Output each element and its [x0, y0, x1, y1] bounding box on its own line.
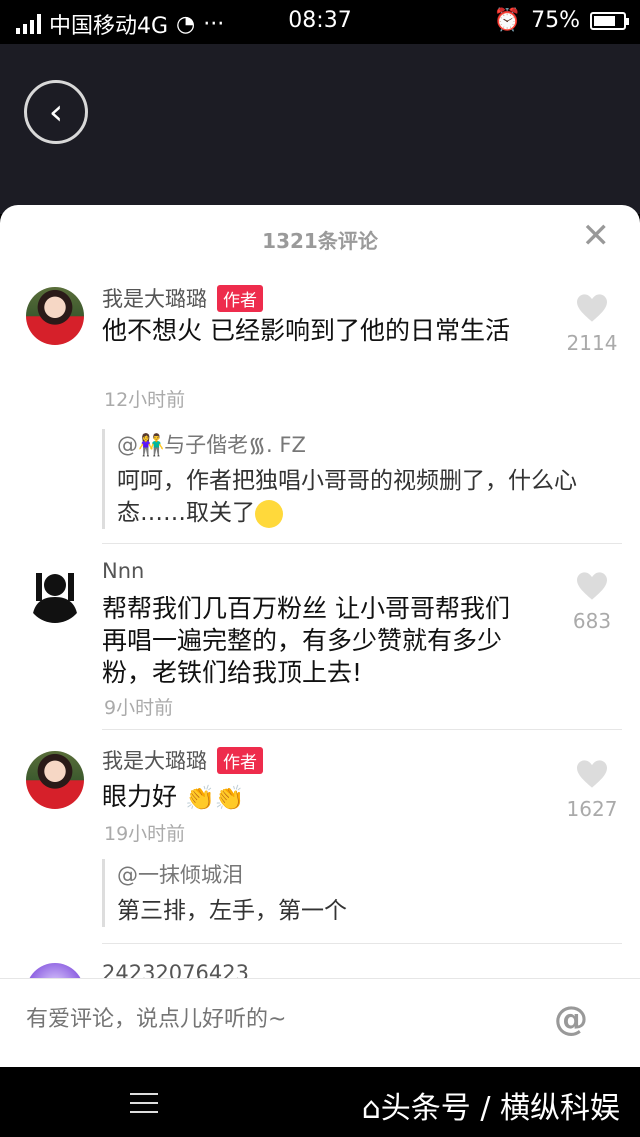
avatar[interactable]: [26, 565, 84, 623]
comment-text: 帮帮我们几百万粉丝 让小哥哥帮我们再唱一遍完整的，有多少赞就有多少粉，老铁们给我…: [102, 594, 510, 687]
comment-author[interactable]: 我是大璐璐 作者: [102, 283, 263, 313]
like-button[interactable]: 1627: [562, 759, 622, 821]
reply-author: @一抹倾城泪: [117, 863, 243, 887]
author-badge: 作者: [217, 746, 263, 774]
reply-author: @👫与子偕老᯾. FZ: [117, 433, 306, 457]
comment-input-bar: @: [0, 978, 640, 1065]
silhouette-icon: [32, 573, 78, 623]
like-button[interactable]: 683: [562, 571, 622, 633]
author-name: Nnn: [102, 559, 145, 583]
reply-quote[interactable]: @👫与子偕老᯾. FZ 呵呵，作者把独唱小哥哥的视频删了，什么心态……取关了: [102, 429, 602, 529]
smile-emoji-icon: [255, 499, 283, 528]
comment-time: 19小时前: [104, 823, 186, 845]
clap-emoji-icon: 👏👏: [184, 784, 245, 812]
like-button[interactable]: 2114: [562, 293, 622, 355]
sheet-header: 1321条评论 ✕: [0, 205, 640, 269]
watermark: ⌂头条号 / 横纵科娱: [361, 1091, 620, 1126]
status-right: ⏰ 75%: [493, 8, 629, 33]
like-count: 683: [572, 609, 612, 633]
comment-text: 眼力好 👏👏: [102, 781, 532, 814]
avatar[interactable]: [26, 287, 84, 345]
back-button[interactable]: ‹: [24, 80, 88, 144]
reply-text: 呵呵，作者把独唱小哥哥的视频删了，什么心态……取关了: [117, 465, 602, 529]
comment-input[interactable]: [26, 1007, 526, 1032]
chevron-left-icon: ‹: [48, 91, 64, 133]
avatar[interactable]: [26, 751, 84, 809]
battery-icon: [590, 11, 629, 30]
comment-text-content: 眼力好: [102, 782, 178, 811]
like-count: 1627: [566, 797, 618, 821]
reply-text: 第三排，左手，第一个: [117, 898, 347, 924]
battery-fill: [594, 15, 615, 26]
reply-quote[interactable]: @一抹倾城泪 第三排，左手，第一个: [102, 859, 602, 927]
comment-item: Nnn 帮帮我们几百万粉丝 让小哥哥帮我们再唱一遍完整的，有多少赞就有多少粉，老…: [0, 549, 640, 733]
comment-author[interactable]: 我是大璐璐 作者: [102, 745, 263, 775]
comments-sheet: 1321条评论 ✕ 我是大璐璐 作者 他不想火 已经影响到了他的日常生活 12小…: [0, 205, 640, 1067]
divider: [102, 729, 622, 730]
author-name: 我是大璐璐: [102, 749, 207, 773]
divider: [102, 943, 622, 944]
system-nav-bar: ⌂头条号 / 横纵科娱: [0, 1067, 640, 1137]
comment-time: 12小时前: [104, 389, 186, 411]
status-bar: 中国移动4G ◔ ··· 08:37 ⏰ 75%: [0, 0, 640, 44]
comment-text: 他不想火 已经影响到了他的日常生活: [102, 316, 510, 345]
heart-icon: [577, 572, 607, 600]
comment-count-title: 1321条评论: [262, 229, 378, 253]
comment-time: 9小时前: [104, 697, 174, 719]
comment-author[interactable]: Nnn: [102, 559, 144, 583]
menu-icon[interactable]: [130, 1093, 158, 1120]
comment-item: 我是大璐璐 作者 眼力好 👏👏 19小时前 1627 @一抹倾城泪 第三排，左手…: [0, 735, 640, 945]
heart-icon: [577, 294, 607, 322]
author-badge: 作者: [217, 284, 263, 312]
close-icon[interactable]: ✕: [582, 219, 611, 253]
author-name: 我是大璐璐: [102, 287, 207, 311]
reply-text-content: 呵呵，作者把独唱小哥哥的视频删了，什么心态……取关了: [117, 468, 577, 526]
heart-icon: [577, 760, 607, 788]
alarm-icon: ⏰: [493, 8, 522, 33]
like-count: 2114: [566, 331, 618, 355]
mention-button[interactable]: @: [554, 999, 588, 1039]
comment-item: 我是大璐璐 作者 他不想火 已经影响到了他的日常生活 12小时前 2114 @👫…: [0, 269, 640, 549]
video-area: ‹: [0, 44, 640, 214]
divider: [102, 543, 622, 544]
battery-percent: 75%: [531, 8, 580, 33]
